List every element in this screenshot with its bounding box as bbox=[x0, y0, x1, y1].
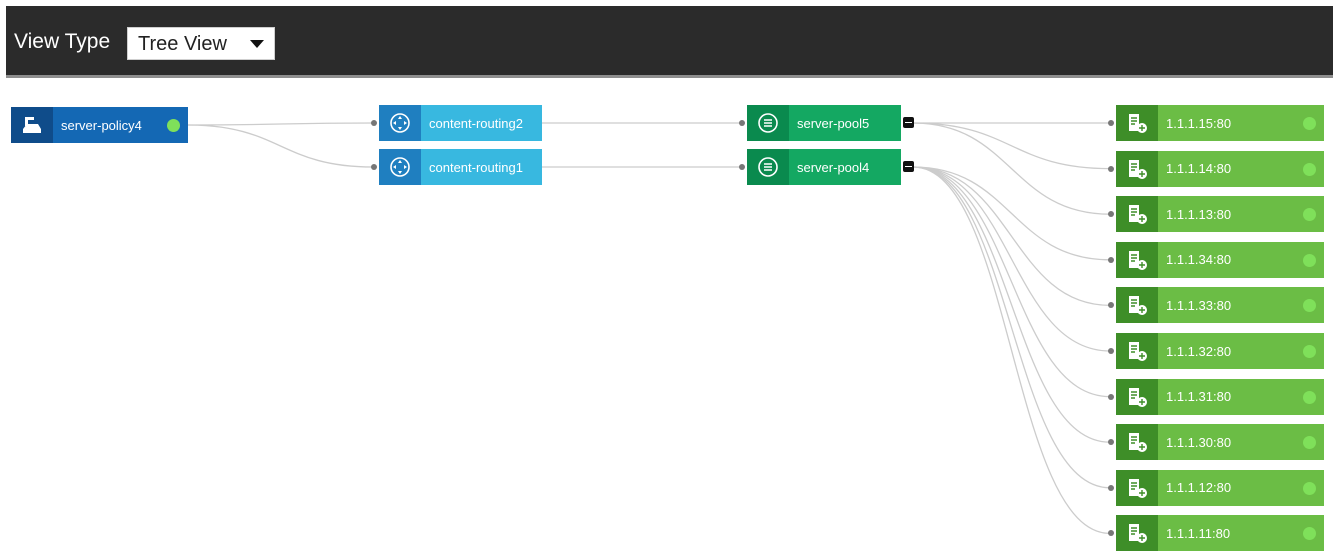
node-label: 1.1.1.32:80 bbox=[1166, 343, 1232, 359]
input-port bbox=[739, 164, 745, 170]
input-port bbox=[739, 120, 745, 126]
server-icon bbox=[1116, 241, 1158, 278]
status-dot bbox=[1303, 436, 1316, 450]
input-port bbox=[371, 120, 377, 126]
server-icon bbox=[1116, 196, 1158, 233]
list-icon bbox=[747, 149, 789, 185]
server-icon bbox=[1116, 378, 1158, 415]
input-port bbox=[1108, 165, 1114, 172]
input-port bbox=[1108, 348, 1114, 354]
server-icon bbox=[1116, 469, 1158, 506]
link-pool5-s2 bbox=[912, 122, 1111, 170]
routing-node[interactable]: content-routing1 bbox=[379, 149, 542, 185]
input-port bbox=[1108, 256, 1114, 263]
node-label: 1.1.1.13:80 bbox=[1166, 206, 1232, 222]
server-icon bbox=[1116, 424, 1158, 461]
input-port bbox=[1108, 120, 1114, 126]
link-policy-cr1 bbox=[187, 124, 374, 168]
topology-canvas: server-policy4 content-routing2 content-ro… bbox=[0, 0, 1333, 551]
pool-node[interactable]: server-pool5 bbox=[747, 105, 914, 141]
link-pool4-s8 bbox=[912, 166, 1111, 443]
server-icon bbox=[1116, 515, 1158, 551]
server-node[interactable]: 1.1.1.15:80 bbox=[1116, 105, 1324, 141]
link-pool4-s6 bbox=[912, 166, 1111, 352]
server-node[interactable]: 1.1.1.31:80 bbox=[1116, 378, 1324, 415]
server-node[interactable]: 1.1.1.14:80 bbox=[1116, 150, 1324, 187]
link-pool4-s10 bbox=[912, 166, 1111, 534]
node-label: 1.1.1.12:80 bbox=[1166, 480, 1232, 496]
input-port bbox=[371, 164, 377, 170]
server-icon bbox=[1116, 287, 1158, 324]
node-label: 1.1.1.33:80 bbox=[1166, 297, 1232, 313]
status-dot bbox=[1303, 299, 1316, 313]
server-node[interactable]: 1.1.1.34:80 bbox=[1116, 241, 1324, 278]
node-label: content-routing2 bbox=[429, 115, 523, 131]
routing-icon bbox=[379, 149, 421, 185]
routing-icon bbox=[379, 105, 421, 141]
node-label: 1.1.1.15:80 bbox=[1166, 115, 1232, 131]
node-label: 1.1.1.11:80 bbox=[1166, 525, 1231, 541]
input-port bbox=[1108, 484, 1114, 491]
collapse-toggle[interactable] bbox=[903, 117, 914, 128]
policy-icon bbox=[11, 107, 53, 143]
status-dot bbox=[1303, 253, 1316, 267]
status-dot bbox=[167, 119, 180, 132]
input-port bbox=[1108, 393, 1114, 400]
node-label: server-policy4 bbox=[61, 117, 142, 133]
link-pool5-s3 bbox=[912, 122, 1111, 215]
server-node[interactable]: 1.1.1.12:80 bbox=[1116, 469, 1324, 506]
server-icon bbox=[1116, 333, 1158, 369]
node-label: server-pool4 bbox=[797, 159, 870, 175]
link-pool4-s7 bbox=[912, 166, 1111, 398]
link-pool4-s4 bbox=[912, 166, 1111, 261]
node-label: 1.1.1.31:80 bbox=[1166, 389, 1232, 405]
node-label: 1.1.1.30:80 bbox=[1166, 434, 1232, 450]
server-node[interactable]: 1.1.1.11:80 bbox=[1116, 515, 1324, 551]
node-label: server-pool5 bbox=[797, 115, 870, 131]
server-node[interactable]: 1.1.1.30:80 bbox=[1116, 424, 1324, 461]
link-pool4-s5 bbox=[912, 166, 1111, 307]
status-dot bbox=[1303, 117, 1316, 130]
link-pool4-s9 bbox=[912, 166, 1111, 489]
policy-node[interactable]: server-policy4 bbox=[11, 107, 188, 143]
collapse-toggle[interactable] bbox=[903, 161, 914, 172]
status-dot bbox=[1303, 162, 1316, 176]
pool-node[interactable]: server-pool4 bbox=[747, 149, 914, 185]
routing-node[interactable]: content-routing2 bbox=[379, 105, 542, 141]
server-node[interactable]: 1.1.1.33:80 bbox=[1116, 287, 1324, 324]
status-dot bbox=[1303, 208, 1316, 222]
status-dot bbox=[1303, 481, 1316, 495]
input-port bbox=[1108, 530, 1114, 537]
status-dot bbox=[1303, 345, 1316, 358]
node-label: 1.1.1.34:80 bbox=[1166, 252, 1232, 268]
status-dot bbox=[1303, 390, 1316, 404]
list-icon bbox=[747, 105, 789, 141]
server-icon bbox=[1116, 105, 1158, 141]
server-node[interactable]: 1.1.1.32:80 bbox=[1116, 333, 1324, 369]
node-label: content-routing1 bbox=[429, 159, 523, 175]
server-node[interactable]: 1.1.1.13:80 bbox=[1116, 196, 1324, 233]
node-label: 1.1.1.14:80 bbox=[1166, 161, 1232, 177]
link-policy-cr2 bbox=[187, 122, 374, 126]
server-icon bbox=[1116, 150, 1158, 187]
